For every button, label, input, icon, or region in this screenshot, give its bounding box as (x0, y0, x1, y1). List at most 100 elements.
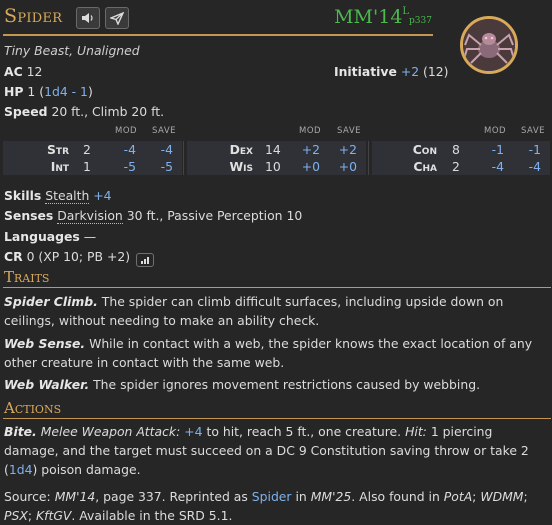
source-book: MM'14 (54, 489, 96, 504)
ability-row-dex: Dex 14 +2 +2 (187, 141, 366, 158)
skills: Skills Stealth +4 (4, 188, 112, 204)
speed-value: 20 ft., Climb 20 ft. (51, 104, 165, 119)
hp-label: HP (4, 84, 24, 99)
trait-spider-climb: Spider Climb. The spider can climb diffi… (4, 292, 548, 330)
source-label: Source: (4, 489, 51, 504)
ability-score-str: 2 (83, 142, 91, 157)
initiative-roll[interactable]: +2 (401, 64, 419, 79)
source-badge[interactable]: MM'14Lp337 (334, 6, 432, 28)
senses-label: Senses (4, 208, 54, 223)
traits-title: Traits (4, 268, 50, 286)
languages-label: Languages (4, 229, 80, 244)
trait-text: The spider ignores movement restrictions… (93, 377, 481, 392)
creature-name: Spider (4, 5, 63, 27)
ability-save-int[interactable]: -5 (143, 159, 173, 174)
initiative-label: Initiative (334, 64, 397, 79)
damage-roll[interactable]: 1d4 (9, 462, 33, 477)
str-mod-header: MOD (115, 126, 138, 136)
ability-mod-str[interactable]: -4 (106, 142, 136, 157)
hit-text-end: ) poison damage. (32, 462, 141, 477)
hp-value: 1 (27, 84, 36, 99)
ability-row-str: Str 2 -4 -4 (3, 141, 182, 158)
darkvision-link[interactable]: Darkvision (57, 208, 123, 224)
source-text: . Available in the SRD 5.1. (71, 508, 233, 523)
speed: Speed 20 ft., Climb 20 ft. (4, 104, 164, 119)
trait-web-sense: Web Sense. While in contact with a web, … (4, 334, 548, 372)
hit-label: Hit: (405, 424, 427, 439)
ability-save-dex[interactable]: +2 (327, 142, 357, 157)
attack-type: Melee Weapon Attack: (40, 424, 181, 439)
speed-label: Speed (4, 104, 48, 119)
separator: ; (523, 489, 528, 504)
also-book: KftGV (35, 508, 72, 523)
source-text: , page 337. Reprinted as (95, 489, 248, 504)
trait-name: Web Sense. (4, 336, 86, 351)
ability-name-int: Int (50, 159, 69, 174)
hp-formula-roll[interactable]: 1d4 - 1 (44, 84, 88, 99)
spider-token-icon (463, 19, 515, 71)
action-bite: Bite. Melee Weapon Attack: +4 to hit, re… (4, 422, 548, 479)
separator: ; (472, 489, 477, 504)
cr-scaler-button[interactable] (136, 253, 154, 267)
reprint-book: MM'25 (310, 489, 352, 504)
source-text: . Also found in (351, 489, 440, 504)
ability-name-cha: Cha (413, 159, 437, 174)
challenge-rating: CR 0 (XP 10; PB +2) (4, 249, 154, 267)
also-book: PotA (443, 489, 473, 504)
source-abbrev: MM'14 (334, 6, 403, 28)
speak-button[interactable] (76, 7, 100, 29)
languages: Languages — (4, 229, 96, 244)
also-book: PSX (4, 508, 28, 523)
ability-block-str-int: Str 2 -4 -4 Int 1 -5 -5 (3, 141, 182, 175)
action-name: Bite. (4, 424, 37, 439)
ability-divider (368, 141, 369, 175)
actions-title: Actions (4, 399, 62, 417)
ability-row-int: Int 1 -5 -5 (3, 158, 182, 175)
str-save-header: SAVE (152, 126, 177, 136)
trait-web-walker: Web Walker. The spider ignores movement … (4, 375, 548, 394)
con-mod-header: MOD (484, 126, 507, 136)
ability-row-con: Con 8 -1 -1 (372, 141, 550, 158)
ability-score-cha: 2 (452, 159, 460, 174)
ability-score-con: 8 (452, 142, 460, 157)
ability-block-dex-wis: Dex 14 +2 +2 Wis 10 +0 +0 (187, 141, 366, 175)
ability-score-dex: 14 (265, 142, 281, 157)
cr-label: CR (4, 249, 23, 264)
senses-text: 30 ft., Passive Perception 10 (126, 208, 303, 223)
con-save-header: SAVE (521, 126, 546, 136)
ability-row-cha: Cha 2 -4 -4 (372, 158, 550, 175)
trait-name: Web Walker. (4, 377, 90, 392)
attack-text: to hit, reach 5 ft., one creature. (206, 424, 402, 439)
ability-mod-wis[interactable]: +0 (290, 159, 320, 174)
bar-chart-icon (141, 257, 149, 264)
ability-mod-cha[interactable]: -4 (474, 159, 504, 174)
ability-score-wis: 10 (265, 159, 281, 174)
ac-value: 12 (26, 64, 43, 79)
ability-score-int: 1 (83, 159, 91, 174)
reprint-link[interactable]: Spider (252, 489, 292, 504)
ability-save-cha[interactable]: -4 (511, 159, 541, 174)
ability-name-dex: Dex (229, 142, 253, 157)
ability-save-con[interactable]: -1 (511, 142, 541, 157)
ability-name-str: Str (47, 142, 69, 157)
skill-stealth-link[interactable]: Stealth (45, 188, 90, 204)
ability-mod-int[interactable]: -5 (106, 159, 136, 174)
ability-save-str[interactable]: -4 (143, 142, 173, 157)
source-page: p337 (409, 16, 432, 26)
type-line: Tiny Beast, Unaligned (4, 43, 140, 58)
ability-mod-dex[interactable]: +2 (290, 142, 320, 157)
skills-label: Skills (4, 188, 42, 203)
send-to-button[interactable] (105, 7, 129, 29)
dex-save-header: SAVE (337, 126, 362, 136)
initiative-score: (12) (423, 64, 449, 79)
ability-row-wis: Wis 10 +0 +0 (187, 158, 366, 175)
attack-roll[interactable]: +4 (184, 424, 202, 439)
legacy-mark: L (402, 5, 410, 17)
ability-save-wis[interactable]: +0 (327, 159, 357, 174)
source-text: in (295, 489, 307, 504)
send-icon (110, 11, 124, 25)
creature-token[interactable] (460, 16, 518, 74)
ability-mod-con[interactable]: -1 (474, 142, 504, 157)
languages-value: — (83, 229, 97, 244)
skill-stealth-roll[interactable]: +4 (93, 188, 111, 203)
